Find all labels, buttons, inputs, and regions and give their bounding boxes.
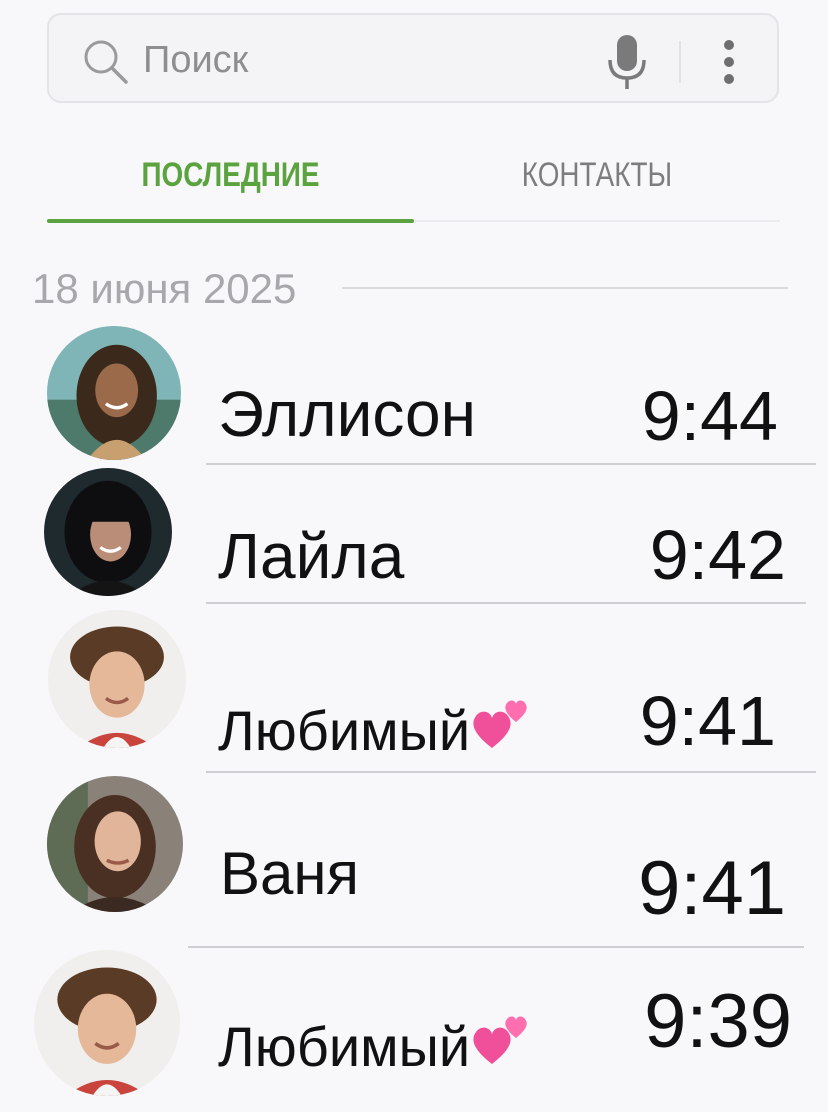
two-hearts-icon bbox=[473, 700, 527, 748]
tab-divider bbox=[414, 220, 780, 222]
contact-name: Любимый bbox=[218, 1004, 534, 1077]
tab-contacts[interactable]: КОНТАКТЫ bbox=[447, 140, 747, 220]
contact-name: Любимый bbox=[218, 688, 534, 761]
call-time: 9:41 bbox=[639, 682, 776, 760]
row-divider bbox=[188, 946, 804, 948]
contact-name: Ваня bbox=[220, 840, 360, 907]
search-icon bbox=[84, 40, 128, 84]
row-divider bbox=[206, 602, 806, 604]
contact-name: Лайла bbox=[218, 520, 405, 592]
avatar bbox=[44, 468, 172, 596]
date-divider bbox=[342, 287, 788, 289]
search-divider bbox=[679, 41, 681, 83]
tab-bar: ПОСЛЕДНИЕ КОНТАКТЫ bbox=[0, 140, 828, 230]
contact-name-text: Любимый bbox=[218, 1015, 471, 1078]
two-hearts-icon bbox=[473, 1016, 527, 1064]
search-input[interactable] bbox=[143, 37, 563, 83]
avatar bbox=[34, 950, 180, 1096]
search-bar[interactable] bbox=[47, 13, 779, 103]
more-vertical-icon[interactable] bbox=[717, 37, 741, 87]
row-divider bbox=[206, 771, 816, 773]
tab-recent[interactable]: ПОСЛЕДНИЕ bbox=[80, 140, 381, 220]
avatar-image bbox=[47, 326, 181, 460]
microphone-icon[interactable] bbox=[605, 33, 649, 91]
call-time: 9:42 bbox=[649, 516, 786, 594]
avatar bbox=[47, 776, 183, 912]
date-header: 18 июня 2025 bbox=[32, 265, 297, 312]
call-time: 9:39 bbox=[644, 979, 792, 1064]
avatar bbox=[48, 610, 186, 748]
call-time: 9:44 bbox=[641, 377, 778, 455]
avatar-image bbox=[34, 950, 180, 1096]
row-divider bbox=[206, 463, 816, 465]
avatar bbox=[47, 326, 181, 460]
contact-name-text: Любимый bbox=[218, 699, 471, 762]
active-tab-indicator bbox=[47, 219, 414, 223]
call-time: 9:41 bbox=[638, 846, 786, 931]
contact-name: Эллисон bbox=[218, 378, 476, 450]
avatar-image bbox=[44, 468, 172, 596]
avatar-image bbox=[47, 776, 183, 912]
avatar-image bbox=[48, 610, 186, 748]
